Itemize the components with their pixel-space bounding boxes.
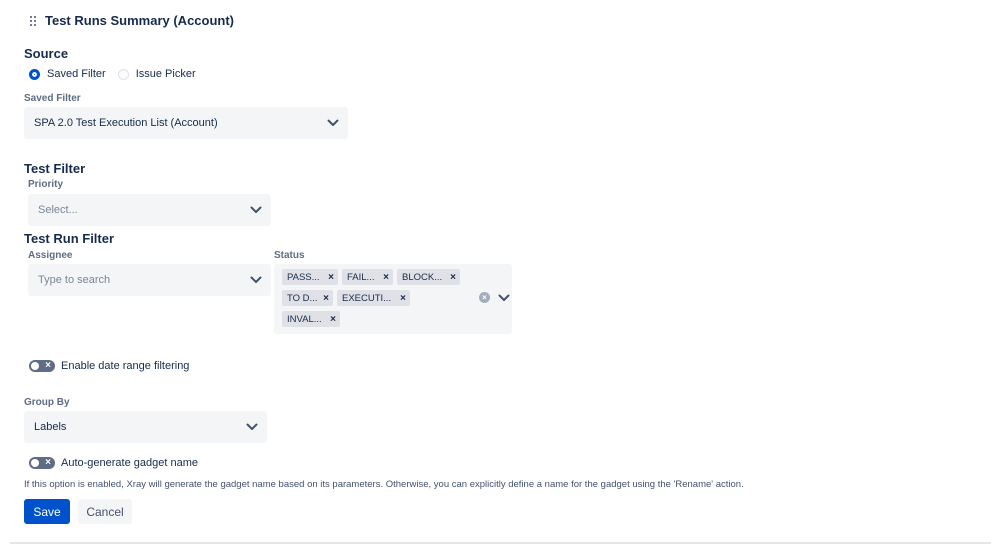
close-icon[interactable]: × xyxy=(324,272,338,283)
status-tag: BLOCK... × xyxy=(397,269,460,285)
auto-name-help-text: If this option is enabled, Xray will gen… xyxy=(24,479,744,490)
priority-field-label: Priority xyxy=(28,179,64,190)
status-tag-label: PASS... xyxy=(287,271,320,283)
status-tag-label: INVAL... xyxy=(287,313,322,325)
panel-bottom-divider xyxy=(10,542,991,544)
saved-filter-select-value: SPA 2.0 Test Execution List (Account) xyxy=(34,117,218,129)
priority-select-placeholder: Select... xyxy=(38,204,78,216)
group-by-field-label: Group By xyxy=(24,397,70,408)
chevron-down-icon xyxy=(249,203,263,217)
save-button[interactable]: Save xyxy=(24,499,70,524)
status-tag: EXECUTI... × xyxy=(337,290,410,306)
close-icon[interactable]: × xyxy=(326,314,340,325)
toggle-knob xyxy=(31,459,39,467)
status-tag-label: TO D... xyxy=(287,292,318,304)
close-icon[interactable]: × xyxy=(379,272,393,283)
cross-icon: × xyxy=(45,457,51,468)
source-radio-group: Saved Filter Issue Picker xyxy=(29,68,208,80)
gadget-header: Test Runs Summary (Account) xyxy=(30,13,234,28)
issue-picker-radio-label[interactable]: Issue Picker xyxy=(136,68,196,80)
saved-filter-field-label: Saved Filter xyxy=(24,93,81,104)
status-tag: TO D... × xyxy=(282,290,333,306)
saved-filter-select[interactable]: SPA 2.0 Test Execution List (Account) xyxy=(24,107,348,139)
group-by-select[interactable]: Labels xyxy=(24,411,267,443)
saved-filter-radio-label[interactable]: Saved Filter xyxy=(47,68,106,80)
status-tag: FAIL... × xyxy=(342,269,393,285)
status-multiselect[interactable]: PASS... × FAIL... × BLOCK... × TO D... ×… xyxy=(274,264,512,334)
status-tag-label: EXECUTI... xyxy=(342,292,392,304)
cancel-button[interactable]: Cancel xyxy=(78,499,132,524)
assignee-field-label: Assignee xyxy=(28,250,73,261)
close-icon[interactable]: × xyxy=(319,293,333,304)
assignee-select[interactable]: Type to search xyxy=(28,264,271,296)
test-run-filter-section-title: Test Run Filter xyxy=(24,231,115,246)
close-icon[interactable]: × xyxy=(446,272,460,283)
date-range-toggle[interactable]: × xyxy=(29,360,55,372)
chevron-down-icon xyxy=(249,273,263,287)
chevron-down-icon[interactable] xyxy=(497,291,511,305)
gadget-title: Test Runs Summary (Account) xyxy=(45,13,235,28)
assignee-select-placeholder: Type to search xyxy=(38,274,111,286)
status-tag: PASS... × xyxy=(282,269,338,285)
status-tag: INVAL... × xyxy=(282,311,340,327)
status-tag-label: BLOCK... xyxy=(402,271,443,283)
drag-handle-icon[interactable] xyxy=(30,15,36,26)
date-range-toggle-row: × Enable date range filtering xyxy=(29,360,189,372)
status-tag-label: FAIL... xyxy=(347,271,375,283)
toggle-knob xyxy=(31,362,39,370)
auto-name-toggle-row: × Auto-generate gadget name xyxy=(29,457,198,469)
clear-icon[interactable]: × xyxy=(479,292,490,303)
chevron-down-icon xyxy=(326,116,340,130)
group-by-select-value: Labels xyxy=(34,421,67,433)
status-field-label: Status xyxy=(274,250,305,261)
gadget-config-panel: Test Runs Summary (Account) Source Saved… xyxy=(0,0,999,548)
chevron-down-icon xyxy=(245,420,259,434)
cross-icon: × xyxy=(45,360,51,371)
date-range-toggle-label: Enable date range filtering xyxy=(61,360,190,372)
priority-select[interactable]: Select... xyxy=(28,194,271,226)
issue-picker-radio[interactable] xyxy=(117,68,129,80)
test-filter-section-title: Test Filter xyxy=(24,161,86,176)
close-icon[interactable]: × xyxy=(396,293,410,304)
auto-name-toggle-label: Auto-generate gadget name xyxy=(61,457,198,469)
source-section-title: Source xyxy=(24,46,69,61)
saved-filter-radio[interactable] xyxy=(29,68,40,80)
auto-name-toggle[interactable]: × xyxy=(29,457,55,469)
